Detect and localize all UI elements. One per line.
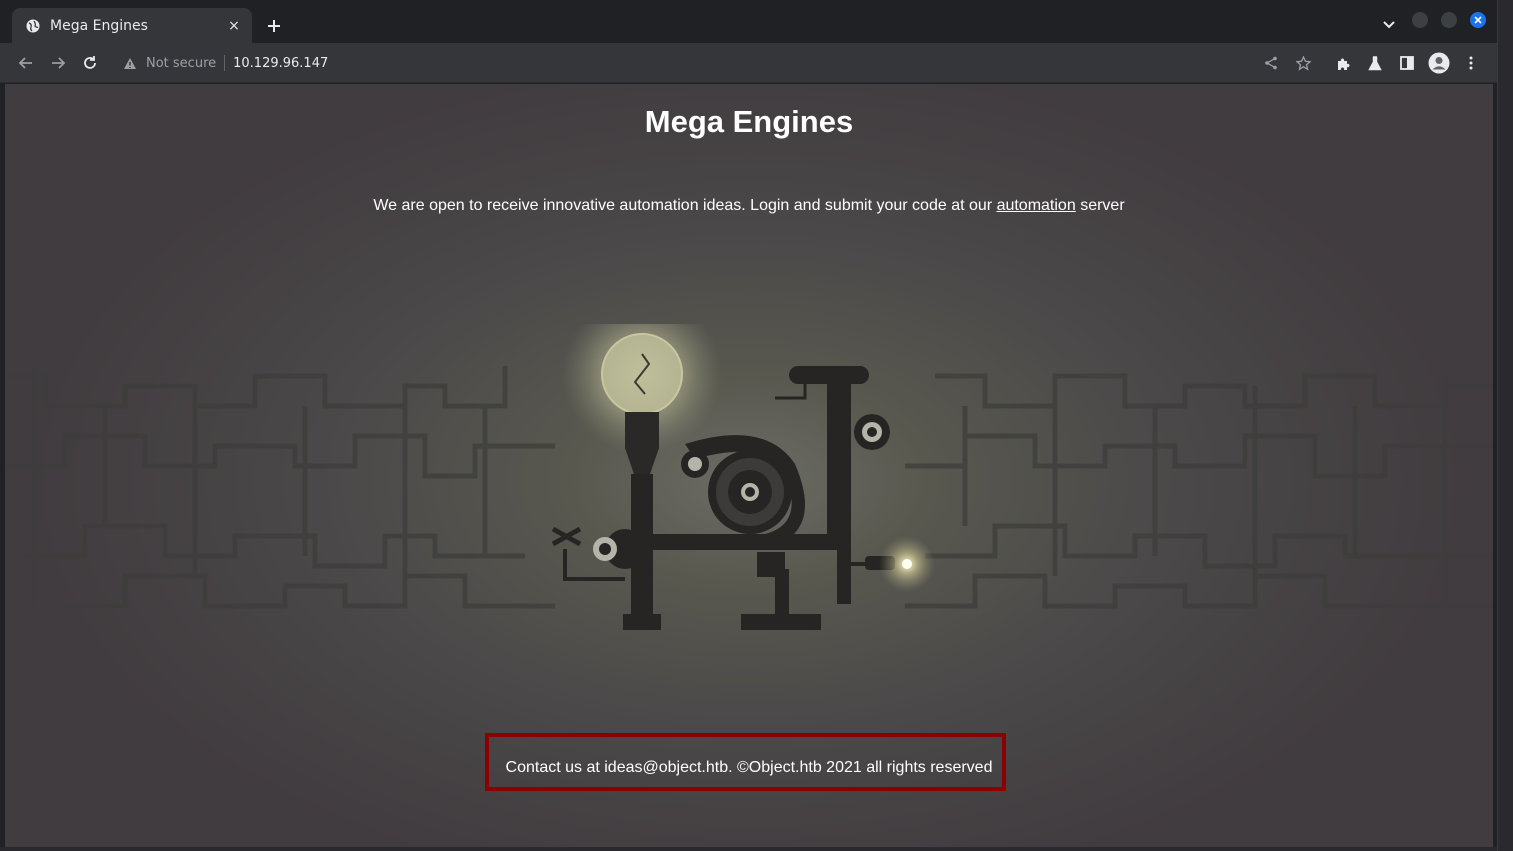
web-page: Mega Engines We are open to receive inno… [5, 84, 1493, 847]
footer-text: Contact us at ideas@object.htb. ©Object.… [505, 759, 993, 776]
plus-icon[interactable] [262, 14, 286, 38]
intro-text: We are open to receive innovative automa… [373, 197, 993, 214]
minimize-button[interactable] [1412, 12, 1428, 28]
back-icon[interactable] [14, 51, 38, 75]
star-icon[interactable] [1291, 51, 1315, 75]
close-icon[interactable]: × [226, 18, 242, 34]
sidepanel-icon[interactable] [1395, 51, 1419, 75]
security-label[interactable]: Not secure [146, 56, 216, 71]
puzzle-icon[interactable] [1331, 51, 1355, 75]
reload-icon[interactable] [78, 51, 102, 75]
tab-mega-engines[interactable]: Mega Engines × [12, 8, 252, 43]
automation-link[interactable]: automation [997, 197, 1076, 214]
machine-illustration [5, 324, 1493, 630]
address-bar[interactable]: Not secure 10.129.96.147 [112, 49, 1252, 77]
close-window-button[interactable] [1470, 12, 1486, 28]
globe-icon [26, 19, 40, 33]
maximize-button[interactable] [1441, 12, 1457, 28]
url-text[interactable]: 10.129.96.147 [233, 56, 328, 71]
omnibox-divider [224, 55, 226, 71]
window-bottom-border [0, 847, 1497, 851]
forward-icon[interactable] [46, 51, 70, 75]
browser-window: Mega Engines × Not secure 10.129.96.147 … [0, 0, 1497, 851]
tab-title: Mega Engines [50, 17, 148, 34]
intro-paragraph: We are open to receive innovative automa… [5, 197, 1493, 215]
chevron-down-icon[interactable] [1378, 14, 1400, 36]
profile-icon[interactable] [1427, 51, 1451, 75]
kebab-menu-icon[interactable] [1459, 51, 1483, 75]
desktop-edge [1497, 0, 1513, 851]
intro-suffix: server [1080, 197, 1125, 214]
page-title: Mega Engines [644, 104, 854, 139]
share-icon[interactable] [1259, 51, 1283, 75]
flask-icon[interactable] [1363, 51, 1387, 75]
tab-strip: Mega Engines × [0, 0, 1497, 43]
warning-icon[interactable] [122, 55, 138, 71]
toolbar: Not secure 10.129.96.147 [0, 43, 1497, 83]
